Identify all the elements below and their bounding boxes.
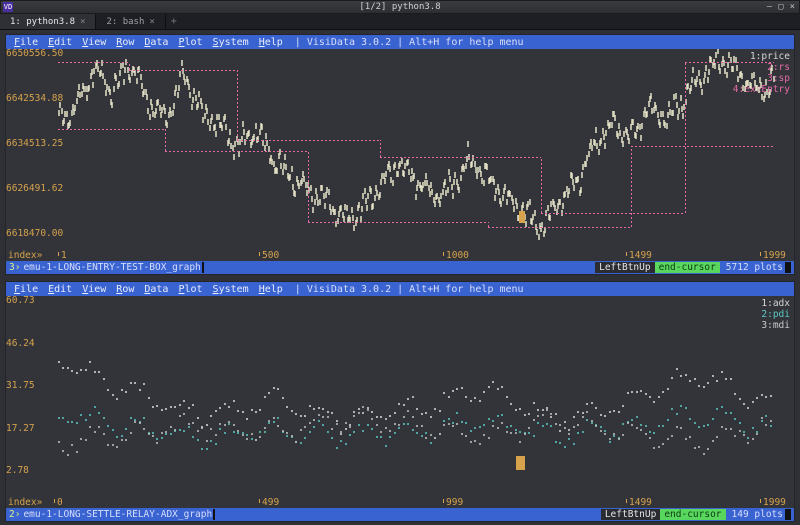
- xtick: 499: [259, 497, 279, 508]
- sheet-title: emu-1-LONG-ENTRY-TEST-BOX_graph: [23, 262, 200, 273]
- xtick: 1999: [760, 250, 786, 261]
- tab-label: 1: python3.8: [10, 17, 75, 27]
- panes: FileEditViewRowDataPlotSystemHelp| VisiD…: [0, 30, 800, 525]
- menu-edit[interactable]: Edit: [44, 37, 76, 48]
- menu-view[interactable]: View: [78, 37, 110, 48]
- legend-item: 2:pdi: [761, 309, 790, 320]
- ytick: 46.24: [6, 338, 35, 349]
- sheet-title: emu-1-LONG-SETTLE-RELAY-ADX_graph: [23, 509, 212, 520]
- ytick: 2.78: [6, 465, 29, 476]
- ytick: 6618470.00: [6, 228, 63, 239]
- wm-controls: — ▢ ×: [767, 2, 795, 12]
- tab-add-button[interactable]: +: [166, 14, 182, 29]
- legend-item: 1:adx: [761, 298, 790, 309]
- cursor-pipe-icon: [202, 262, 204, 273]
- cursor-block[interactable]: [519, 211, 525, 223]
- xtick: 999: [443, 497, 463, 508]
- close-icon[interactable]: ×: [790, 2, 795, 12]
- cursor-pipe-icon: [213, 509, 215, 520]
- menu-help[interactable]: Help: [255, 284, 287, 295]
- tab-label: 2: bash: [106, 17, 144, 27]
- ytick: 6650556.50: [6, 49, 63, 59]
- xtick: 1499: [626, 250, 652, 261]
- tab-python[interactable]: 1: python3.8 ×: [0, 14, 96, 29]
- status-cap-icon: [785, 262, 791, 273]
- pane-index: 2›: [9, 509, 20, 520]
- xtick: 1499: [626, 497, 652, 508]
- tab-close-icon[interactable]: ×: [80, 17, 85, 27]
- pane-top: FileEditViewRowDataPlotSystemHelp | VisiD…: [5, 34, 795, 275]
- ytick: 6626491.62: [6, 183, 63, 194]
- menu-data[interactable]: Data: [140, 37, 172, 48]
- app-icon: VD: [3, 2, 13, 12]
- ytick: 6642534.88: [6, 93, 63, 104]
- last-event: LeftBtnUp: [601, 509, 660, 520]
- menu-info: | VisiData 3.0.2 | Alt+H for help menu: [295, 284, 524, 295]
- pane-index: 3›: [9, 262, 20, 273]
- tab-bash[interactable]: 2: bash ×: [96, 14, 165, 29]
- xtick: 500: [259, 250, 279, 261]
- terminal-tabs: 1: python3.8 × 2: bash × +: [0, 14, 800, 30]
- menu-file[interactable]: File: [10, 37, 42, 48]
- ytick: 31.75: [6, 380, 35, 391]
- menu-data[interactable]: Data: [140, 284, 172, 295]
- wm-title: [1/2] python3.8: [359, 2, 440, 12]
- plot-count: 5712 plots: [726, 262, 783, 273]
- statusbar: 2› emu-1-LONG-SETTLE-RELAY-ADX_graph Lef…: [6, 508, 794, 521]
- legend: 1:adx2:pdi3:mdi: [761, 298, 790, 331]
- menu-system[interactable]: System: [209, 284, 253, 295]
- status-cap-icon: [785, 509, 791, 520]
- xtick: 1999: [760, 497, 786, 508]
- statusbar: 3› emu-1-LONG-ENTRY-TEST-BOX_graph LeftB…: [6, 261, 794, 274]
- legend-item: 1:price: [733, 51, 790, 62]
- ytick: 60.73: [6, 296, 35, 306]
- legend-item: 3:mdi: [761, 320, 790, 331]
- menu-plot[interactable]: Plot: [174, 284, 206, 295]
- maximize-icon[interactable]: ▢: [778, 2, 783, 12]
- cursor-block[interactable]: [516, 456, 525, 470]
- xtick: 1: [58, 250, 67, 261]
- menu-file[interactable]: File: [10, 284, 42, 295]
- plot-count: 149 plots: [732, 509, 783, 520]
- plot-area[interactable]: 6650556.50 6642534.88 6634513.25 6626491.62…: [6, 49, 794, 261]
- menu-row[interactable]: Row: [112, 37, 138, 48]
- xtick: 0: [54, 497, 63, 508]
- plot-area[interactable]: 60.73 46.24 31.75 17.27 2.78 index» 0 499 999 149…: [6, 296, 794, 508]
- tab-close-icon[interactable]: ×: [149, 17, 154, 27]
- menu-help[interactable]: Help: [255, 37, 287, 48]
- pane-bottom: FileEditViewRowDataPlotSystemHelp | VisiD…: [5, 281, 795, 522]
- ytick: 6634513.25: [6, 138, 63, 149]
- window-root: VD [1/2] python3.8 — ▢ × 1: python3.8 × …: [0, 0, 800, 525]
- menu-edit[interactable]: Edit: [44, 284, 76, 295]
- menu-plot[interactable]: Plot: [174, 37, 206, 48]
- minimize-icon[interactable]: —: [767, 2, 772, 12]
- xaxis-label: index»: [8, 250, 42, 261]
- cursor-mode: end-cursor: [660, 509, 725, 520]
- ytick: 17.27: [6, 423, 35, 434]
- menu-row[interactable]: Row: [112, 284, 138, 295]
- wm-titlebar[interactable]: VD [1/2] python3.8 — ▢ ×: [0, 0, 800, 14]
- last-event: LeftBtnUp: [595, 262, 654, 273]
- xaxis-label: index»: [8, 497, 42, 508]
- menubar: FileEditViewRowDataPlotSystemHelp | VisiD…: [6, 35, 794, 49]
- xtick: 1000: [443, 250, 469, 261]
- menubar: FileEditViewRowDataPlotSystemHelp | VisiD…: [6, 282, 794, 296]
- menu-system[interactable]: System: [209, 37, 253, 48]
- cursor-mode: end-cursor: [655, 262, 720, 273]
- menu-view[interactable]: View: [78, 284, 110, 295]
- menu-info: | VisiData 3.0.2 | Alt+H for help menu: [295, 37, 524, 48]
